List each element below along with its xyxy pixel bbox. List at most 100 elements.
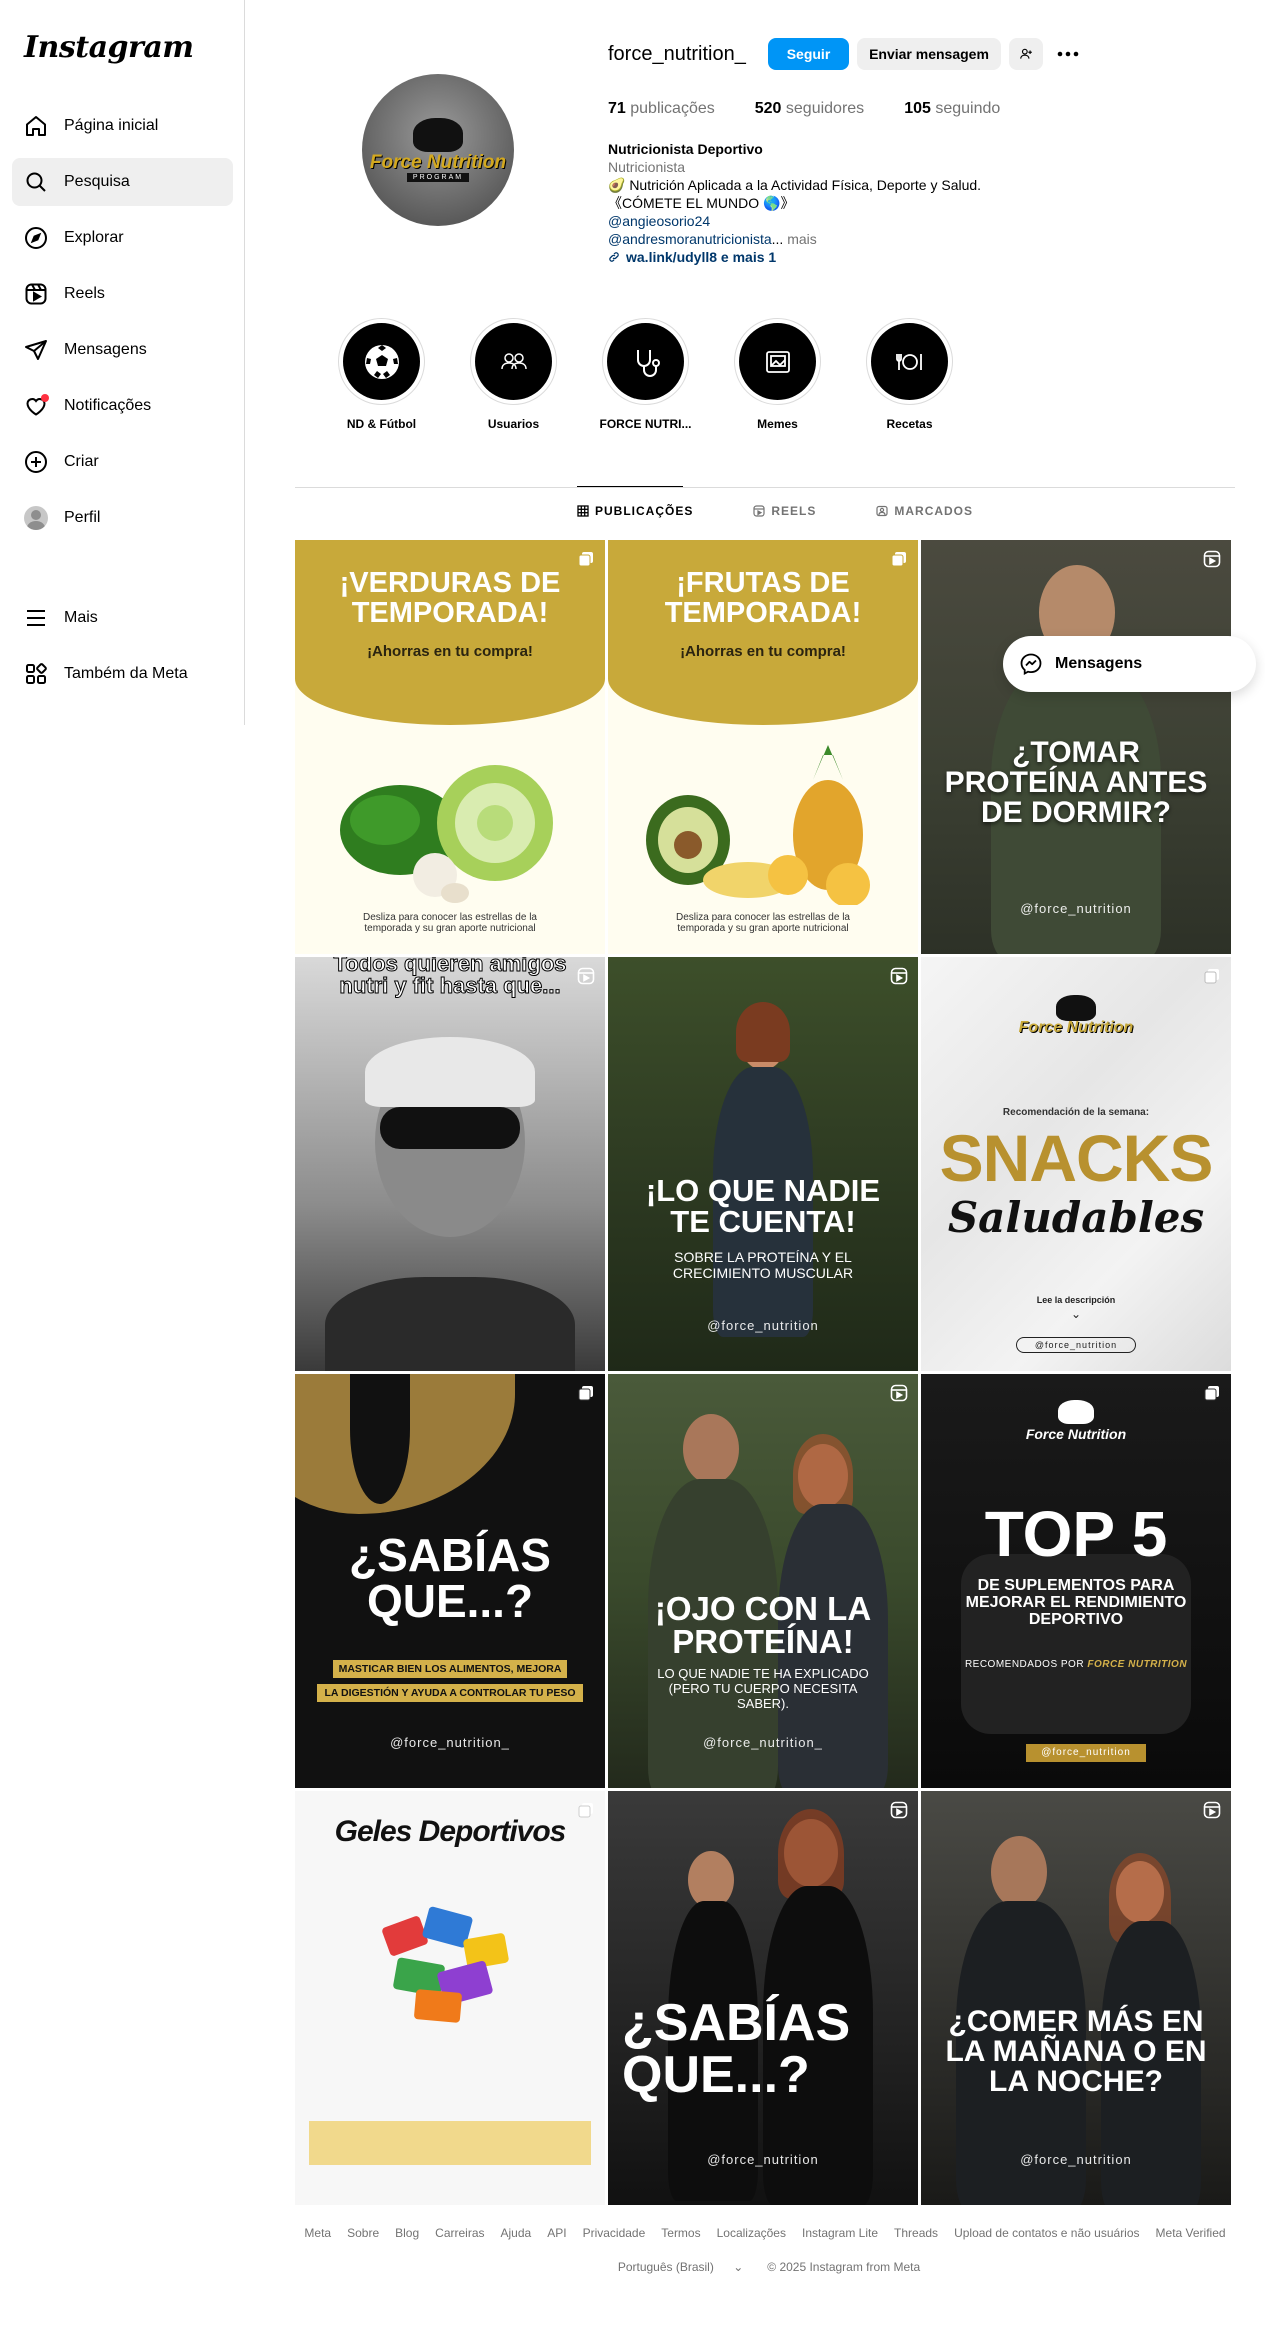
sidebar-item-reels[interactable]: Reels [12, 270, 233, 318]
post-tile[interactable]: ¡OJO CON LA PROTEÍNA! LO QUE NADIE TE HA… [608, 1374, 918, 1788]
messenger-icon [1020, 653, 1042, 676]
highlight-item[interactable]: Usuarios [470, 318, 557, 431]
highlight-item[interactable]: Memes [734, 318, 821, 431]
more-options-button[interactable] [1051, 38, 1085, 70]
sidebar-item-label: Reels [64, 285, 105, 302]
footer-link[interactable]: Sobre [347, 2226, 379, 2240]
highlight-item[interactable]: FORCE NUTRI... [600, 318, 692, 431]
footer-link[interactable]: Localizações [717, 2226, 786, 2240]
sidebar-item-create[interactable]: Criar [12, 438, 233, 486]
post-caption: Desliza para conocer las estrellas de la… [363, 912, 537, 934]
reel-icon [577, 967, 595, 985]
post-tile[interactable]: Force Nutrition TOP 5 DE SUPLEMENTOS PAR… [921, 1374, 1231, 1788]
footer-link[interactable]: Termos [661, 2226, 700, 2240]
post-tile[interactable]: ¡FRUTAS DE TEMPORADA! ¡Ahorras en tu com… [608, 540, 918, 954]
tab-posts[interactable]: PUBLICAÇÕES [577, 504, 693, 518]
post-title: ¡LO QUE NADIE TE CUENTA! [645, 1173, 881, 1239]
post-tile[interactable]: ¿SABÍAS QUE...? MASTICAR BIEN LOS ALIMEN… [295, 1374, 605, 1788]
footer-link[interactable]: API [547, 2226, 566, 2240]
footer-link[interactable]: Instagram Lite [802, 2226, 878, 2240]
reel-icon [890, 1801, 908, 1819]
footer-link[interactable]: Threads [894, 2226, 938, 2240]
post-title: ¡VERDURAS DE TEMPORADA! [339, 567, 561, 630]
plus-square-icon [24, 450, 48, 474]
post-tile[interactable]: ¿TOMAR PROTEÍNA ANTES DE DORMIR? @force_… [921, 540, 1231, 954]
reel-icon [1203, 1801, 1221, 1819]
posts-stat: 71 publicações [608, 100, 715, 117]
post-handle: @force_nutrition [1016, 1337, 1136, 1353]
tab-reels[interactable]: REELS [753, 504, 816, 518]
post-title: ¿TOMAR PROTEÍNA ANTES DE DORMIR? [944, 736, 1208, 829]
post-tile[interactable]: Force Nutrition Recomendación de la sema… [921, 957, 1231, 1371]
sidebar-item-more[interactable]: Mais [12, 594, 233, 642]
post-tile[interactable]: ¿SABÍAS QUE...? @force_nutrition [608, 1791, 918, 2205]
reel-icon [890, 1384, 908, 1402]
highlight-label: Memes [757, 417, 798, 431]
post-tile[interactable]: Geles Deportivos [295, 1791, 605, 2205]
bio-mention[interactable]: @angieosorio24 [608, 212, 1028, 230]
footer-link[interactable]: Ajuda [501, 2226, 532, 2240]
sidebar-item-meta[interactable]: Também da Meta [12, 650, 233, 698]
tag-icon [876, 505, 888, 517]
profile-tabs: PUBLICAÇÕES REELS MARCADOS [577, 504, 1033, 518]
bio-more-link[interactable]: mais [787, 231, 817, 247]
gels-image [382, 1906, 509, 2023]
post-tile[interactable]: Todos quieren amigos nutri y fit hasta q… [295, 957, 605, 1371]
language-selector[interactable]: Português (Brasil) ⌄ [610, 2260, 751, 2274]
post-cta: Lee la descripción [1036, 1295, 1116, 1305]
reel-icon [890, 967, 908, 985]
post-tile[interactable]: ¡VERDURAS DE TEMPORADA! ¡Ahorras en tu c… [295, 540, 605, 954]
instagram-logo[interactable]: Instagram [24, 30, 194, 65]
carousel-icon [1204, 1386, 1219, 1401]
highlight-label: Recetas [886, 417, 933, 431]
sidebar-item-profile[interactable]: Perfil [12, 494, 233, 542]
footer-link[interactable]: Meta [304, 2226, 331, 2240]
suggest-user-button[interactable] [1009, 38, 1043, 70]
text-placeholder [309, 2121, 591, 2165]
posts-grid: ¡VERDURAS DE TEMPORADA! ¡Ahorras en tu c… [295, 540, 1231, 2205]
post-note: RECOMENDADOS POR FORCE NUTRITION [964, 1659, 1188, 1670]
post-tile[interactable]: ¡LO QUE NADIE TE CUENTA! SOBRE LA PROTEÍ… [608, 957, 918, 1371]
post-subtitle: SOBRE LA PROTEÍNA Y EL CRECIMIENTO MUSCU… [672, 1249, 854, 1281]
bio-name: Nutricionista Deportivo [608, 141, 763, 157]
footer-link[interactable]: Privacidade [583, 2226, 646, 2240]
bio-link[interactable]: wa.link/udyll8 e mais 1 [608, 248, 1028, 266]
avatar-brand: Force Nutrition [369, 152, 507, 173]
profile-avatar[interactable]: Force Nutrition PROGRAM [362, 74, 514, 226]
post-subtitle: ¡Ahorras en tu compra! [367, 642, 533, 660]
highlight-item[interactable]: ND & Fútbol [338, 318, 425, 431]
following-stat[interactable]: 105 seguindo [904, 100, 1000, 118]
sidebar-item-label: Mais [64, 609, 98, 626]
send-message-button[interactable]: Enviar mensagem [857, 38, 1001, 70]
tab-tagged[interactable]: MARCADOS [876, 504, 973, 518]
sidebar-item-messages[interactable]: Mensagens [12, 326, 233, 374]
footer-link[interactable]: Blog [395, 2226, 419, 2240]
post-title: SNACKS [939, 1121, 1214, 1195]
carousel-icon [578, 552, 593, 567]
highlight-item[interactable]: Recetas [866, 318, 953, 431]
sidebar-item-notifications[interactable]: Notificações [12, 382, 233, 430]
sidebar-item-home[interactable]: Página inicial [12, 102, 233, 150]
post-brand: Force Nutrition [1025, 1426, 1127, 1442]
carousel-icon [1204, 969, 1219, 984]
post-subtitle: ¡Ahorras en tu compra! [680, 642, 846, 660]
footer-bottom: Português (Brasil) ⌄ © 2025 Instagram fr… [295, 2260, 1235, 2274]
notification-dot [41, 394, 49, 402]
image-icon [765, 350, 790, 373]
add-user-icon [1020, 48, 1032, 59]
gorilla-logo-icon [1058, 1400, 1094, 1424]
sidebar-item-label: Página inicial [64, 117, 159, 134]
sidebar-item-search[interactable]: Pesquisa [12, 158, 233, 206]
footer-link[interactable]: Carreiras [435, 2226, 484, 2240]
sidebar-item-explore[interactable]: Explorar [12, 214, 233, 262]
footer-link[interactable]: Upload de contatos e não usuários [954, 2226, 1139, 2240]
follow-button[interactable]: Seguir [768, 38, 849, 70]
story-highlights: ND & Fútbol Usuarios FORCE NUTRI... Meme… [338, 318, 998, 431]
gorilla-logo-icon [413, 118, 463, 152]
messages-pill[interactable]: Mensagens [1003, 636, 1256, 692]
footer-link[interactable]: Meta Verified [1156, 2226, 1226, 2240]
more-icon [1057, 51, 1079, 57]
followers-stat[interactable]: 520 seguidores [755, 100, 864, 118]
post-tile[interactable]: ¿COMER MÁS EN LA MAÑANA O EN LA NOCHE? @… [921, 1791, 1231, 2205]
bio-mention[interactable]: @andresmoranutricionista [608, 231, 772, 247]
